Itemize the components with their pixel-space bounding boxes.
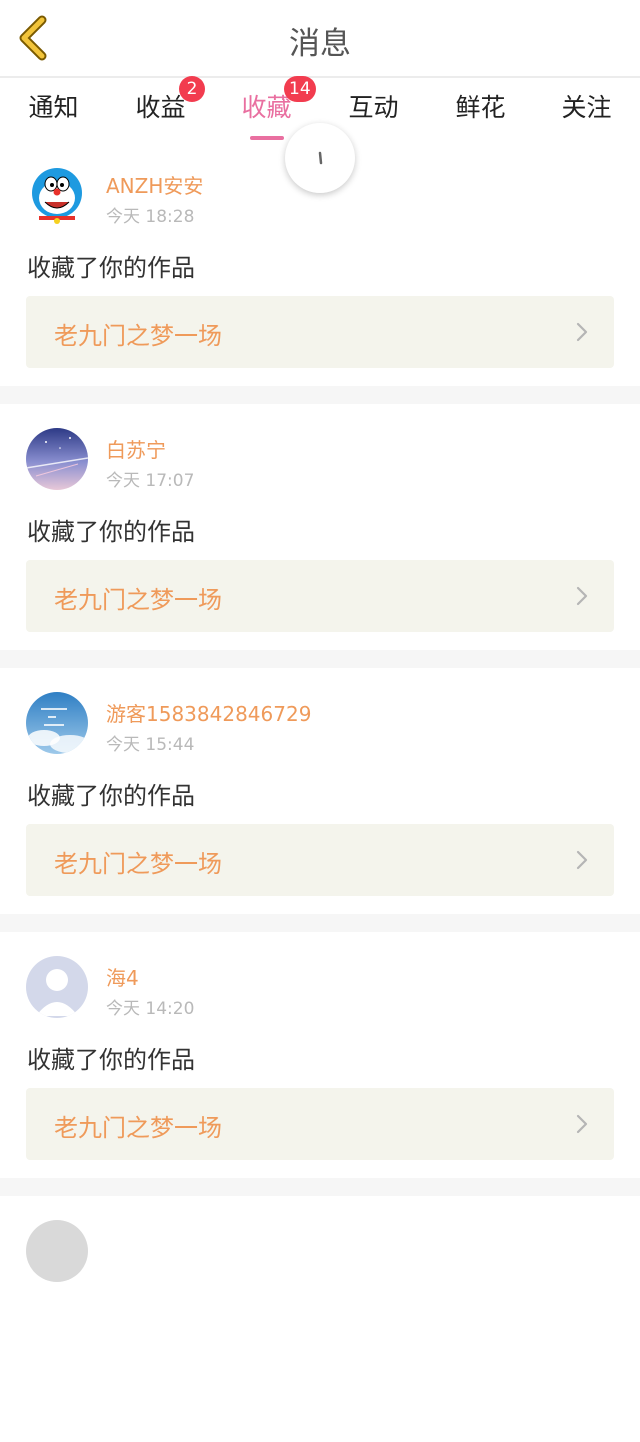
- list-item: 白苏宁 今天 17:07 收藏了你的作品 老九门之梦一场: [0, 404, 640, 650]
- header-bar: 消息: [0, 0, 640, 78]
- divider: [0, 650, 640, 668]
- loading-spinner-icon: [318, 151, 323, 165]
- timestamp: 今天 15:44: [106, 735, 195, 755]
- work-link[interactable]: 老九门之梦一场: [26, 296, 614, 368]
- timestamp: 今天 14:20: [106, 999, 195, 1019]
- work-link[interactable]: 老九门之梦一场: [26, 824, 614, 896]
- action-text: 收藏了你的作品: [27, 254, 195, 282]
- tab-follows[interactable]: 关注: [533, 88, 640, 132]
- list-item: [0, 1196, 640, 1442]
- work-title: 老九门之梦一场: [54, 1114, 222, 1142]
- action-text: 收藏了你的作品: [27, 1046, 195, 1074]
- timestamp: 今天 18:28: [106, 207, 195, 227]
- username[interactable]: ANZH安安: [106, 170, 203, 199]
- avatar[interactable]: [26, 1220, 88, 1282]
- tab-interactions[interactable]: 互动: [320, 88, 427, 132]
- favorites-count-badge: 14: [284, 76, 316, 102]
- tab-notifications[interactable]: 通知: [0, 88, 107, 132]
- chevron-right-icon: [576, 1114, 588, 1134]
- timestamp: 今天 17:07: [106, 471, 195, 491]
- action-text: 收藏了你的作品: [27, 782, 195, 810]
- chevron-right-icon: [576, 586, 588, 606]
- action-text: 收藏了你的作品: [27, 518, 195, 546]
- tab-label: 关注: [561, 93, 612, 122]
- divider: [0, 914, 640, 932]
- username[interactable]: 海4: [106, 962, 139, 991]
- tab-favorites[interactable]: 收藏 14: [213, 76, 320, 140]
- avatar[interactable]: [26, 956, 88, 1018]
- username[interactable]: 白苏宁: [106, 434, 166, 463]
- list-item: 海4 今天 14:20 收藏了你的作品 老九门之梦一场: [0, 932, 640, 1178]
- chevron-right-icon: [576, 322, 588, 342]
- list-item: 游客1583842846729 今天 15:44 收藏了你的作品 老九门之梦一场: [0, 668, 640, 914]
- blue-sky-avatar-icon: [26, 692, 88, 754]
- tab-label: 收益: [135, 93, 186, 122]
- tab-flowers[interactable]: 鲜花: [427, 88, 534, 132]
- tab-label: 鲜花: [455, 93, 506, 122]
- default-user-avatar-icon: [26, 956, 88, 1018]
- message-list: ANZH安安 今天 18:28 收藏了你的作品 老九门之梦一场 白苏宁 今天 1…: [0, 140, 640, 1442]
- work-title: 老九门之梦一场: [54, 850, 222, 878]
- pull-refresh-indicator: [285, 123, 355, 193]
- tab-label: 通知: [28, 93, 79, 122]
- work-link[interactable]: 老九门之梦一场: [26, 1088, 614, 1160]
- username[interactable]: 游客1583842846729: [106, 698, 311, 727]
- page-title: 消息: [289, 26, 351, 62]
- chevron-right-icon: [576, 850, 588, 870]
- work-link[interactable]: 老九门之梦一场: [26, 560, 614, 632]
- night-sky-avatar-icon: [26, 428, 88, 490]
- tab-earnings[interactable]: 收益 2: [107, 76, 214, 132]
- tab-label: 互动: [348, 93, 399, 122]
- work-title: 老九门之梦一场: [54, 322, 222, 350]
- tab-label: 收藏: [241, 93, 292, 122]
- divider: [0, 1178, 640, 1196]
- earnings-count-badge: 2: [179, 76, 205, 102]
- avatar[interactable]: [26, 428, 88, 490]
- cartoon-cat-avatar-icon: [26, 164, 88, 226]
- avatar[interactable]: [26, 164, 88, 226]
- work-title: 老九门之梦一场: [54, 586, 222, 614]
- avatar[interactable]: [26, 692, 88, 754]
- divider: [0, 386, 640, 404]
